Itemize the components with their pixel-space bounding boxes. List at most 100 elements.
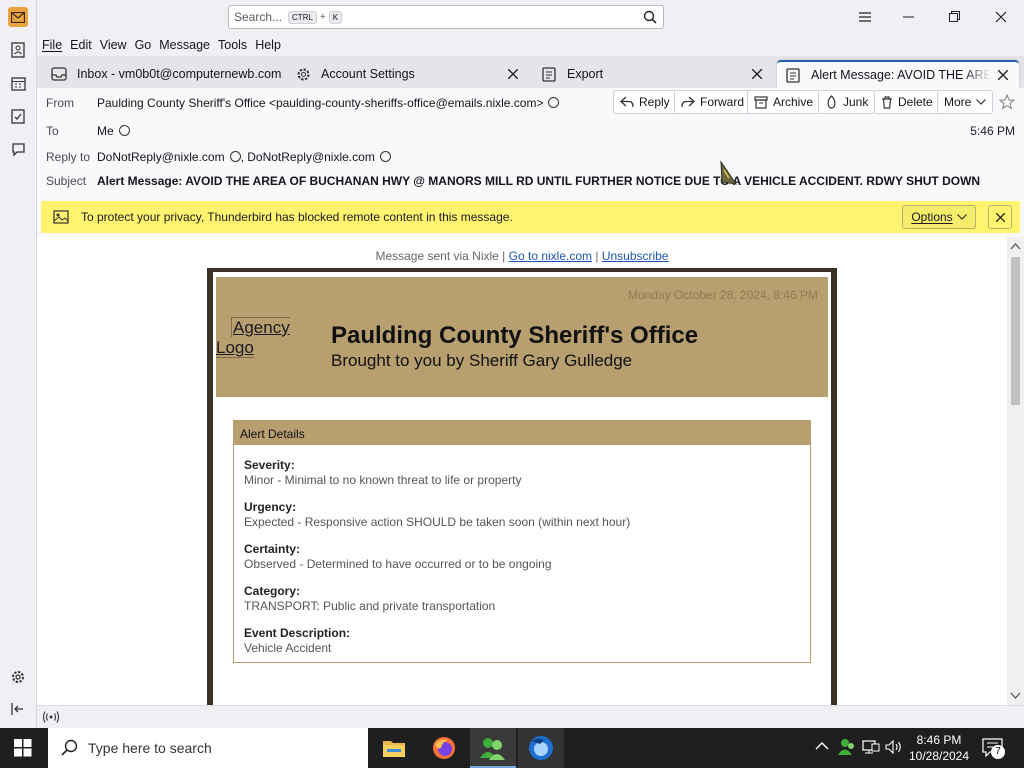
sent-via-text: Message sent via Nixle | <box>375 249 506 263</box>
menu-view[interactable]: View <box>100 38 127 52</box>
reply-icon <box>620 96 634 108</box>
calendar-icon[interactable] <box>8 73 28 93</box>
subject-value: Alert Message: AVOID THE AREA OF BUCHANA… <box>97 174 981 188</box>
windows-start-icon[interactable] <box>14 739 32 757</box>
urgency-value: Expected - Responsive action SHOULD be t… <box>244 515 631 529</box>
tasks-icon[interactable] <box>8 106 28 126</box>
close-tab-icon[interactable] <box>995 67 1011 83</box>
to-label: To <box>46 124 59 138</box>
severity-value: Minor - Minimal to no known threat to li… <box>244 473 522 487</box>
thunderbird-taskbar-icon[interactable] <box>518 728 564 768</box>
menu-message[interactable]: Message <box>159 38 210 52</box>
settings-gear-icon[interactable] <box>8 667 28 687</box>
show-hidden-icons-icon[interactable] <box>815 741 829 751</box>
reply-to-address[interactable]: DoNotReply@nixle.com <box>97 150 225 164</box>
agency-banner: Monday October 28, 2024, 8:46 PM Agency … <box>216 277 828 397</box>
cursor-icon <box>717 160 739 188</box>
junk-icon <box>827 95 836 109</box>
search-icon[interactable] <box>643 10 657 24</box>
people-tray-icon[interactable] <box>838 738 856 756</box>
online-status-icon[interactable] <box>42 710 60 724</box>
tab-account-settings[interactable]: Account Settings <box>287 60 529 88</box>
taskbar-search-box[interactable]: Type here to search <box>48 728 368 768</box>
minimize-icon[interactable] <box>896 6 922 28</box>
menu-go[interactable]: Go <box>135 38 152 52</box>
global-search-input[interactable]: Search... CTRL + K <box>228 5 664 29</box>
agency-tagline: Brought to you by Sheriff Gary Gulledge <box>331 351 633 370</box>
menu-bar: File Edit View Go Message Tools Help <box>37 34 1024 56</box>
contact-icon[interactable] <box>118 125 130 137</box>
taskbar-search-placeholder: Type here to search <box>88 740 212 756</box>
separator: , <box>240 150 244 164</box>
from-label: From <box>46 96 74 110</box>
contacts-app-icon <box>480 738 505 760</box>
mail-icon[interactable] <box>8 7 28 27</box>
close-window-icon[interactable] <box>988 6 1014 28</box>
tab-inbox[interactable]: Inbox - vm0b0t@computernewb.com <box>43 60 283 88</box>
more-button[interactable]: More <box>937 90 994 114</box>
archive-button[interactable]: Archive <box>747 90 821 114</box>
close-tab-icon[interactable] <box>505 66 521 82</box>
taskbar-app-active[interactable] <box>470 728 516 768</box>
menu-file[interactable]: File <box>42 38 62 52</box>
restore-icon[interactable] <box>942 6 968 28</box>
event-description-label: Event Description: <box>244 626 351 640</box>
windows-taskbar: Type here to search 8:46 PM 10/28/2024 7 <box>0 728 1024 768</box>
category-value: TRANSPORT: Public and private transporta… <box>244 599 496 613</box>
chat-icon[interactable] <box>8 139 28 159</box>
options-button[interactable]: Options <box>902 205 976 229</box>
delete-label: Delete <box>898 95 933 109</box>
menu-help[interactable]: Help <box>255 38 281 52</box>
file-explorer-icon[interactable] <box>382 738 406 758</box>
taskbar-clock[interactable]: 8:46 PM 10/28/2024 <box>903 732 975 764</box>
reply-to-address[interactable]: DoNotReply@nixle.com <box>247 150 375 164</box>
forward-button[interactable]: Forward <box>674 90 752 114</box>
junk-button[interactable]: Junk <box>818 90 876 114</box>
tab-export[interactable]: Export <box>533 60 773 88</box>
notifications-icon[interactable]: 7 <box>982 738 1005 759</box>
alert-details-title: Alert Details <box>234 421 810 445</box>
title-bar: Search... CTRL + K <box>37 0 1024 34</box>
network-icon[interactable] <box>862 739 880 755</box>
clock-date: 10/28/2024 <box>908 749 970 763</box>
options-label: Options <box>911 210 953 224</box>
star-icon[interactable] <box>999 94 1015 110</box>
app-menu-icon[interactable] <box>852 6 878 28</box>
close-tab-icon[interactable] <box>749 66 765 82</box>
to-value[interactable]: Me <box>97 124 130 138</box>
logo-alt-line1[interactable]: Agency <box>231 317 290 337</box>
archive-icon <box>754 95 768 109</box>
tab-inbox-label: Inbox - vm0b0t@computernewb.com <box>77 67 282 81</box>
contact-icon[interactable] <box>229 151 241 163</box>
tab-alert-message-label: Alert Message: AVOID THE AREA O <box>811 68 991 82</box>
logo-alt-line2[interactable]: Logo <box>216 338 254 358</box>
menu-edit[interactable]: Edit <box>70 38 92 52</box>
contact-icon[interactable] <box>379 151 391 163</box>
kbd-k: K <box>328 10 343 24</box>
collapse-icon[interactable] <box>8 699 28 719</box>
search-placeholder: Search... <box>234 10 283 24</box>
kbd-ctrl: CTRL <box>288 10 317 24</box>
tab-alert-message[interactable]: Alert Message: AVOID THE AREA O <box>777 60 1019 88</box>
firefox-icon[interactable] <box>432 736 456 760</box>
tab-export-label: Export <box>567 67 604 81</box>
to-address[interactable]: Me <box>97 124 114 138</box>
contact-icon[interactable] <box>548 97 560 109</box>
from-value[interactable]: Paulding County Sheriff's Office <pauldi… <box>97 96 560 110</box>
menu-tools[interactable]: Tools <box>218 38 247 52</box>
certainty-value: Observed - Determined to have occurred o… <box>244 557 552 571</box>
reply-to-value: DoNotReply@nixle.com, DoNotReply@nixle.c… <box>97 150 391 164</box>
address-book-icon[interactable] <box>8 40 28 60</box>
unsubscribe-link[interactable]: Unsubscribe <box>602 249 669 263</box>
reply-button[interactable]: Reply <box>613 90 677 114</box>
status-bar <box>37 705 1024 728</box>
goto-nixle-link[interactable]: Go to nixle.com <box>509 249 592 263</box>
reply-to-label: Reply to <box>46 150 91 164</box>
from-address[interactable]: Paulding County Sheriff's Office <pauldi… <box>97 96 543 110</box>
volume-icon[interactable] <box>885 740 903 754</box>
urgency-label: Urgency: <box>244 500 297 514</box>
forward-label: Forward <box>700 95 745 109</box>
vertical-scrollbar[interactable] <box>1007 237 1024 705</box>
dismiss-notice-button[interactable] <box>988 205 1012 229</box>
delete-button[interactable]: Delete <box>874 90 940 114</box>
